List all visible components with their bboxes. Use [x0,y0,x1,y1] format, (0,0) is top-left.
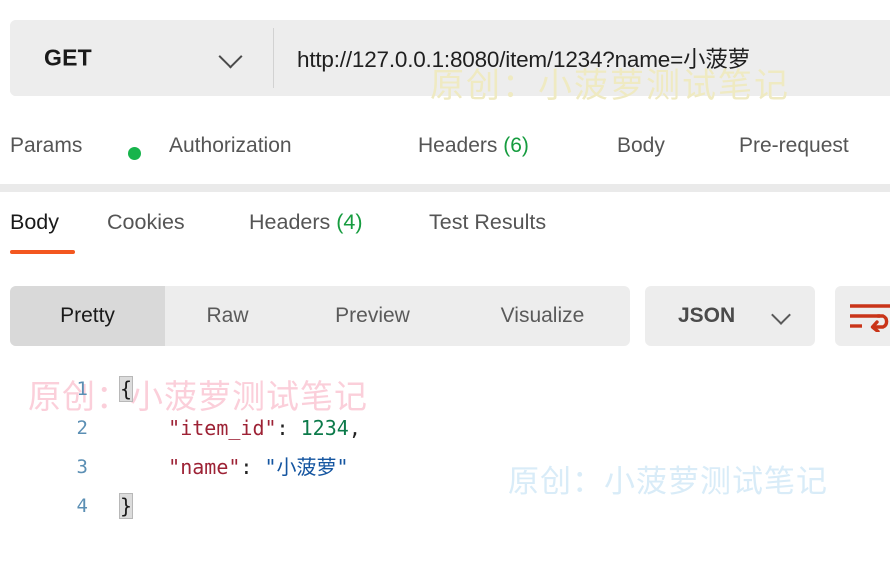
request-tab-authorization[interactable]: Authorization [169,134,292,158]
code-line-content: "item_id": 1234, [120,409,361,448]
response-format-label: JSON [678,304,736,327]
code-token-punct [120,455,168,479]
http-method-label: GET [44,44,92,71]
response-view-segmented-control: Pretty Raw Preview Visualize [10,286,630,346]
params-indicator-dot [128,147,141,160]
response-tab-headers[interactable]: Headers (4) [249,210,363,235]
request-tab-params[interactable]: Params [10,134,82,158]
response-tab-test-results[interactable]: Test Results [429,210,546,235]
request-tab-headers-label: Headers [418,134,498,157]
code-token-num: 1234 [300,416,349,440]
response-tab-bar: Body Cookies Headers (4) Test Results [0,210,890,258]
request-tab-bar: Params Authorization Headers (6) Body Pr… [0,134,890,182]
code-token-brace: } [118,493,134,519]
code-token-key: "item_id" [168,416,277,440]
word-wrap-button[interactable] [835,286,890,346]
code-line-content: } [118,487,134,526]
code-line: 2 "item_id": 1234, [0,409,890,448]
view-mode-raw[interactable]: Raw [165,286,290,346]
response-format-select[interactable]: JSON [645,286,815,346]
active-tab-underline [10,250,75,254]
view-mode-pretty[interactable]: Pretty [10,286,165,346]
code-token-punct: : [240,455,265,479]
response-body-code[interactable]: 1{2 "item_id": 1234, 3 "name": "小菠萝" 4} [0,370,890,526]
code-token-punct [120,416,168,440]
request-tab-body[interactable]: Body [617,134,665,158]
code-line-number: 4 [76,495,88,517]
request-response-divider [0,184,890,192]
request-url-bar: GET http://127.0.0.1:8080/item/1234?name… [10,20,890,96]
response-tab-headers-count: (4) [336,210,363,234]
request-tab-pre-request[interactable]: Pre-request [739,134,849,158]
request-url-input[interactable]: http://127.0.0.1:8080/item/1234?name=小菠萝 [297,42,750,74]
code-token-str: "小菠萝" [264,455,349,479]
view-mode-preview[interactable]: Preview [290,286,455,346]
request-tab-headers-count-value: (6) [503,134,529,157]
code-line-content: { [118,370,134,409]
code-token-punct: , [348,416,361,440]
code-line-number: 1 [76,378,88,400]
code-line: 4} [0,487,890,526]
code-line-number: 2 [76,417,88,439]
code-line: 1{ [0,370,890,409]
word-wrap-icon [848,302,890,337]
code-token-punct: : [276,416,301,440]
code-token-brace: { [118,376,134,402]
code-line-content: "name": "小菠萝" [120,448,349,487]
code-line: 3 "name": "小菠萝" [0,448,890,487]
view-mode-visualize[interactable]: Visualize [455,286,630,346]
http-method-select[interactable]: GET [10,20,263,96]
code-line-number: 3 [76,456,88,478]
chevron-down-icon [218,44,243,70]
method-url-divider [273,28,274,88]
chevron-down-icon [771,305,791,327]
response-tab-body[interactable]: Body [10,210,59,235]
response-tab-headers-label: Headers [249,210,331,234]
code-token-key: "name" [168,455,241,479]
response-tab-cookies[interactable]: Cookies [107,210,185,235]
request-tab-headers[interactable]: Headers (6) [418,134,529,158]
